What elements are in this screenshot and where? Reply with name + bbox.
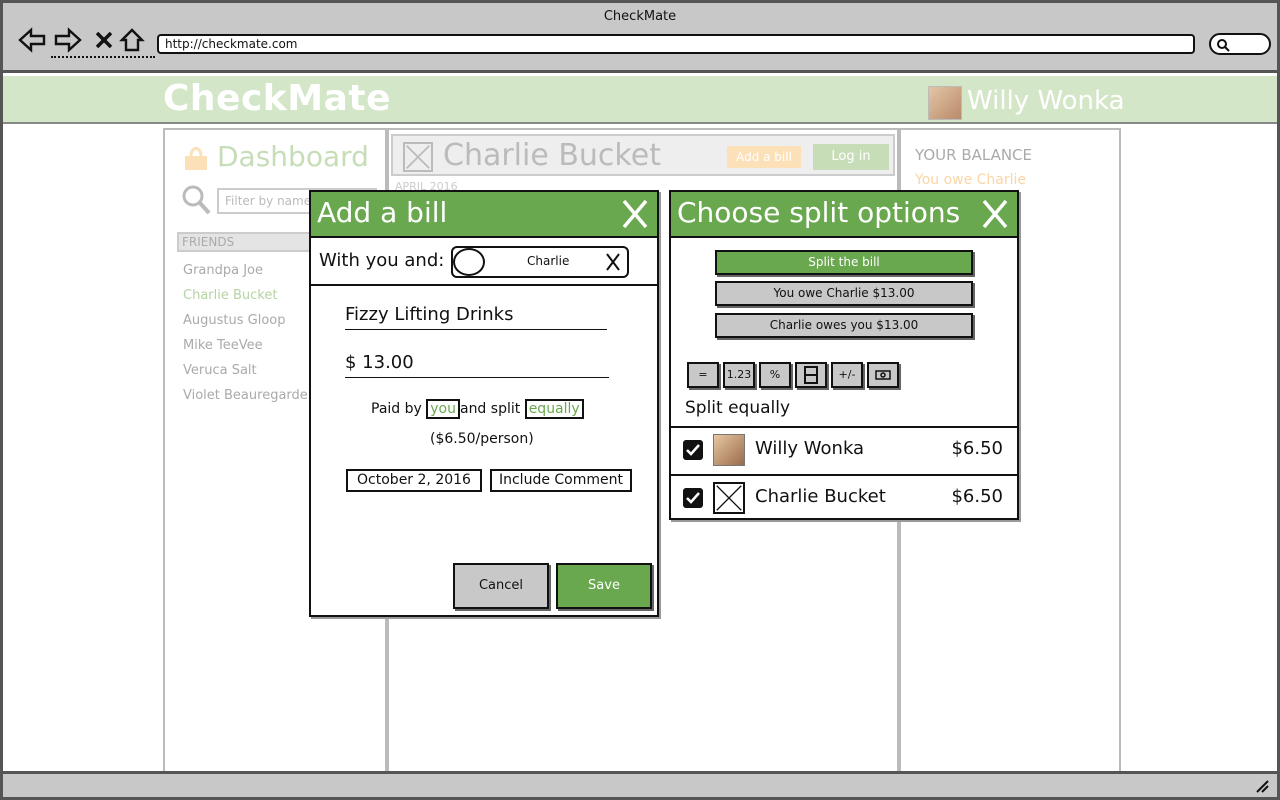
paid-split-line: Paid by you and split equally [371, 399, 584, 419]
app-logo[interactable]: CheckMate [163, 78, 391, 119]
they-owe-button[interactable]: Charlie owes you $13.00 [715, 313, 973, 338]
per-person-amount: ($6.50/person) [430, 431, 534, 447]
user-avatar[interactable] [928, 86, 962, 120]
with-row: With you and: Charlie [311, 238, 657, 286]
person-chip[interactable]: Charlie [451, 246, 629, 278]
add-bill-button[interactable]: Add a bill [725, 144, 803, 170]
dialog-title-bar: Choose split options [671, 192, 1017, 238]
url-input[interactable]: http://checkmate.com [157, 34, 1195, 54]
check-icon [686, 492, 700, 504]
shares-button[interactable] [795, 362, 827, 388]
close-icon[interactable] [621, 198, 649, 230]
close-icon[interactable] [605, 252, 621, 272]
split-label: and split [459, 401, 521, 417]
friend-item[interactable]: Mike TeeVee [183, 333, 308, 358]
split-mode-label: Split equally [685, 398, 791, 418]
stop-icon[interactable] [89, 25, 119, 55]
close-icon[interactable] [981, 198, 1009, 230]
participant-name: Willy Wonka [755, 438, 865, 459]
percent-button[interactable]: % [759, 362, 791, 388]
search-icon [1217, 39, 1230, 52]
cancel-button[interactable]: Cancel [453, 563, 549, 609]
participant-checkbox[interactable] [683, 488, 703, 508]
forward-icon[interactable] [53, 25, 83, 55]
add-bill-dialog: Add a bill With you and: Charlie Fizzy L… [309, 190, 659, 617]
resize-handle-icon[interactable] [1255, 779, 1269, 793]
friend-name: Charlie Bucket [443, 138, 661, 173]
home-icon[interactable] [117, 25, 147, 55]
split-options-dialog: Choose split options Split the bill You … [669, 190, 1019, 520]
split-the-bill-button[interactable]: Split the bill [715, 250, 973, 275]
participant-name: Charlie Bucket [755, 486, 886, 507]
friends-list: Grandpa Joe Charlie Bucket Augustus Gloo… [183, 258, 308, 408]
friend-item-active[interactable]: Charlie Bucket [183, 283, 308, 308]
window-title: CheckMate [603, 9, 677, 24]
paid-by-link[interactable]: you [426, 399, 460, 419]
login-button[interactable]: Log in [811, 142, 891, 172]
save-button[interactable]: Save [556, 563, 652, 609]
split-type-toolbar: = 1.23 % +/- [687, 362, 899, 388]
exact-amount-button[interactable]: 1.23 [723, 362, 755, 388]
include-comment-button[interactable]: Include Comment [490, 469, 632, 492]
dialog-title-bar: Add a bill [311, 192, 657, 238]
nav-dots [51, 56, 155, 58]
dashboard-icon [185, 147, 207, 170]
check-icon [686, 444, 700, 456]
participant-amount: $6.50 [951, 486, 1003, 507]
with-label: With you and: [319, 250, 445, 271]
split-row: Willy Wonka $6.50 [671, 426, 1017, 472]
avatar [453, 248, 485, 276]
chip-name: Charlie [527, 254, 570, 268]
browser-window: CheckMate http://checkmate.com CheckMate… [0, 0, 1280, 800]
equal-split-button[interactable]: = [687, 362, 719, 388]
money-button[interactable] [867, 362, 899, 388]
description-field[interactable]: Fizzy Lifting Drinks [345, 304, 607, 330]
image-placeholder-icon [713, 482, 745, 514]
dashboard-title[interactable]: Dashboard [217, 140, 369, 173]
avatar [713, 434, 745, 466]
dialog-title: Choose split options [677, 196, 961, 229]
friend-header: Charlie Bucket Add a bill Log in [391, 134, 895, 176]
friend-item[interactable]: Grandpa Joe [183, 258, 308, 283]
friend-item[interactable]: Augustus Gloop [183, 308, 308, 333]
money-icon [875, 370, 891, 380]
browser-search[interactable] [1209, 33, 1271, 55]
you-owe-button[interactable]: You owe Charlie $13.00 [715, 281, 973, 306]
amount-field[interactable]: $ 13.00 [345, 352, 609, 378]
participant-checkbox[interactable] [683, 440, 703, 460]
search-icon [182, 185, 211, 215]
user-name[interactable]: Willy Wonka [967, 86, 1125, 116]
app-header: CheckMate Willy Wonka [3, 76, 1277, 124]
shares-icon [804, 366, 818, 384]
back-icon[interactable] [17, 25, 47, 55]
paid-by-label: Paid by [371, 401, 422, 417]
friend-item[interactable]: Veruca Salt [183, 358, 308, 383]
friend-avatar [403, 142, 433, 172]
browser-titlebar: CheckMate http://checkmate.com [3, 3, 1277, 73]
dialog-title: Add a bill [317, 196, 448, 229]
split-row: Charlie Bucket $6.50 [671, 474, 1017, 520]
balance-note: You owe Charlie [915, 172, 1027, 188]
participant-amount: $6.50 [951, 438, 1003, 459]
balance-label: YOUR BALANCE [915, 146, 1033, 164]
browser-statusbar [3, 771, 1277, 797]
split-mode-link[interactable]: equally [524, 399, 584, 419]
friend-item[interactable]: Violet Beauregarde [183, 383, 308, 408]
date-button[interactable]: October 2, 2016 [346, 469, 482, 492]
adjustment-button[interactable]: +/- [831, 362, 863, 388]
